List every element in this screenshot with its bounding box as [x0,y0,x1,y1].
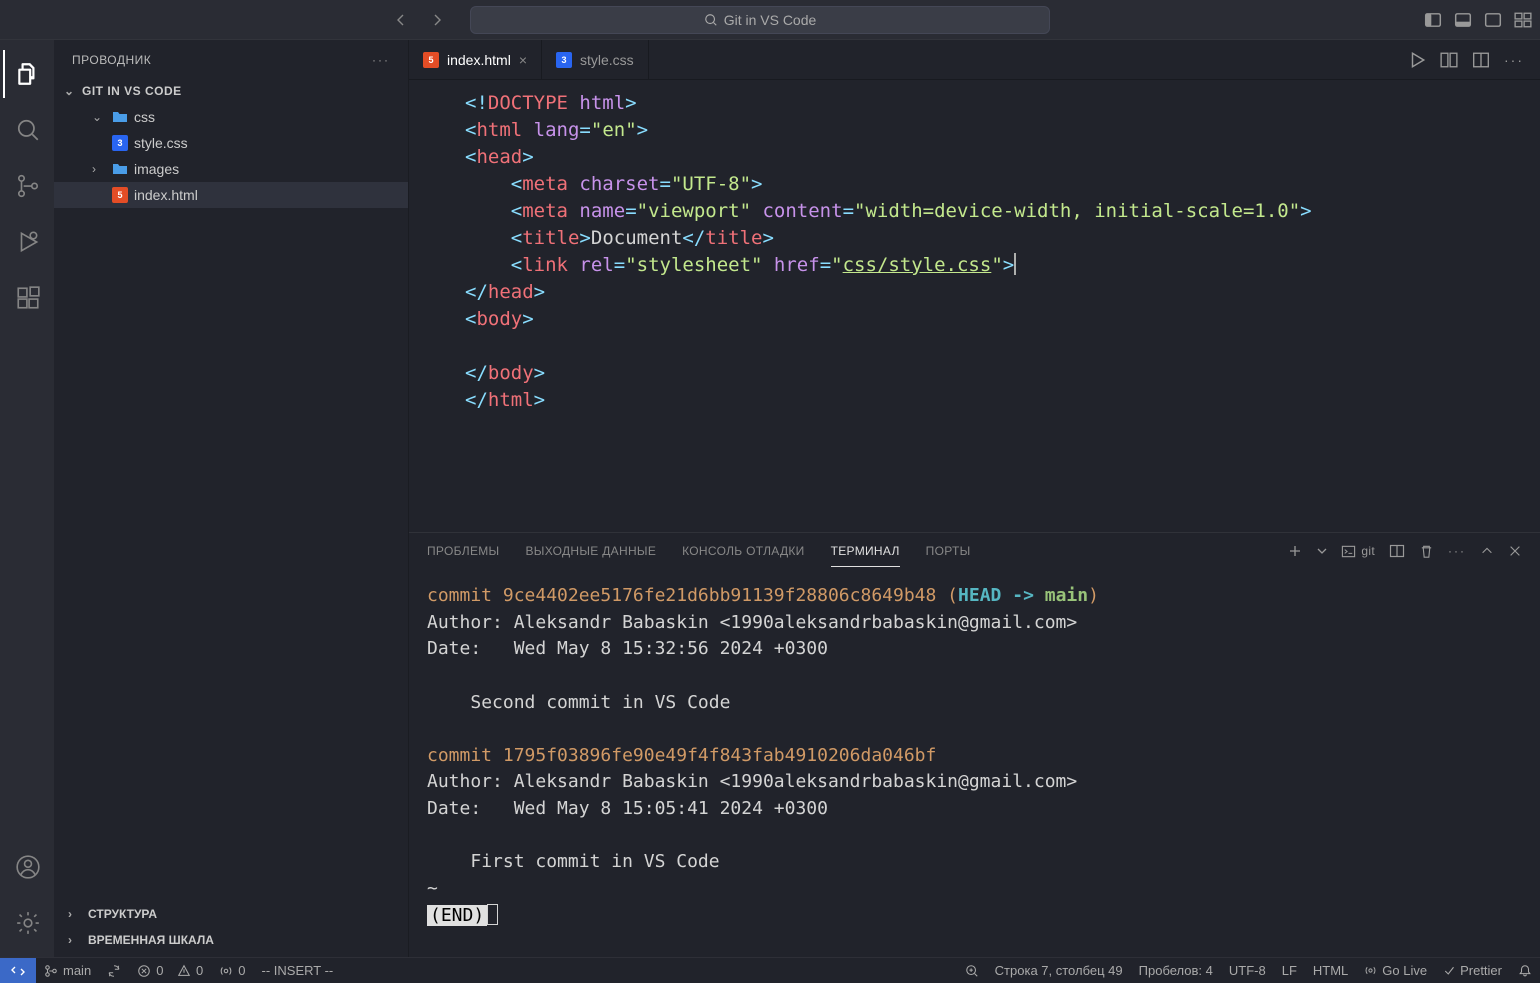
folder-images[interactable]: › images [54,156,408,182]
split-editor-icon[interactable] [1472,51,1490,69]
file-index-html[interactable]: 5 index.html [54,182,408,208]
maximize-panel-icon[interactable] [1480,544,1494,558]
command-center[interactable]: Git in VS Code [470,6,1050,34]
branch-name: main [63,963,91,978]
status-notifications[interactable] [1510,964,1540,978]
activity-explorer[interactable] [3,50,51,98]
remote-button[interactable] [0,958,36,983]
editor-tabs: 5 index.html × 3 style.css ··· [409,40,1540,80]
activity-bar [0,40,54,957]
status-eol[interactable]: LF [1274,963,1305,978]
panel-tab-terminal[interactable]: ТЕРМИНАЛ [831,536,900,567]
layout-customize-icon[interactable] [1514,11,1532,29]
prettier-label: Prettier [1460,963,1502,978]
nav-back-button[interactable] [388,7,414,33]
errors-count: 0 [156,963,163,978]
run-icon[interactable] [1408,51,1426,69]
status-encoding[interactable]: UTF-8 [1221,963,1274,978]
panel-tab-ports[interactable]: ПОРТЫ [926,536,971,566]
status-sync[interactable] [99,964,129,978]
layout-sidebar-left-icon[interactable] [1424,11,1442,29]
command-center-text: Git in VS Code [724,12,817,28]
sidebar-title: ПРОВОДНИК [72,53,151,67]
close-icon[interactable]: × [519,52,527,68]
terminal-profile[interactable]: git [1341,544,1375,559]
project-name: GIT IN VS CODE [82,84,182,98]
status-prettier[interactable]: Prettier [1435,963,1510,978]
close-panel-icon[interactable] [1508,544,1522,558]
project-header[interactable]: ⌄ GIT IN VS CODE [54,80,408,102]
activity-run-debug[interactable] [3,218,51,266]
status-branch[interactable]: main [36,963,99,978]
activity-search[interactable] [3,106,51,154]
warnings-count: 0 [196,963,203,978]
activity-extensions[interactable] [3,274,51,322]
css-file-icon: 3 [112,135,128,151]
folder-label: images [134,161,179,177]
explorer-sidebar: ПРОВОДНИК ··· ⌄ GIT IN VS CODE ⌄ css 3 s… [54,40,409,957]
css-file-icon: 3 [556,52,572,68]
status-vim-mode: -- INSERT -- [254,963,342,978]
status-zoom[interactable] [957,964,987,978]
status-line-col[interactable]: Строка 7, столбец 49 [987,963,1131,978]
html-file-icon: 5 [423,52,439,68]
more-icon[interactable]: ··· [1448,544,1466,558]
activity-accounts[interactable] [3,843,51,891]
folder-icon [112,161,128,177]
split-terminal-icon[interactable] [1389,543,1405,559]
activity-settings[interactable] [3,899,51,947]
nav-forward-button[interactable] [424,7,450,33]
search-icon [704,13,718,27]
new-terminal-icon[interactable] [1287,543,1303,559]
folder-label: css [134,109,155,125]
tab-index-html[interactable]: 5 index.html × [409,40,542,79]
outline-section[interactable]: ›СТРУКТУРА [54,901,408,927]
tab-label: index.html [447,52,511,68]
html-file-icon: 5 [112,187,128,203]
go-live-label: Go Live [1382,963,1427,978]
status-bar: main 0 0 0 -- INSERT -- Строка 7, столбе… [0,957,1540,983]
code-editor[interactable]: <!DOCTYPE html> <html lang="en"> <head> … [409,80,1540,532]
outline-label: СТРУКТУРА [88,907,157,921]
timeline-section[interactable]: ›ВРЕМЕННАЯ ШКАЛА [54,927,408,953]
chevron-down-icon[interactable] [1317,546,1327,556]
editor-area: 5 index.html × 3 style.css ··· <!DOCTYPE… [409,40,1540,957]
file-style-css[interactable]: 3 style.css [54,130,408,156]
terminal-output[interactable]: commit 9ce4402ee5176fe21d6bb91139f28806c… [409,569,1540,957]
status-go-live[interactable]: Go Live [1356,963,1435,978]
tab-label: style.css [580,52,634,68]
port-count: 0 [238,963,245,978]
layout-panel-icon[interactable] [1454,11,1472,29]
file-label: style.css [134,135,188,151]
panel-tab-debug-console[interactable]: КОНСОЛЬ ОТЛАДКИ [682,536,804,566]
panel-tab-output[interactable]: ВЫХОДНЫЕ ДАННЫЕ [525,536,656,566]
file-label: index.html [134,187,198,203]
layout-sidebar-right-icon[interactable] [1484,11,1502,29]
folder-icon [112,109,128,125]
sidebar-more-icon[interactable]: ··· [372,53,390,67]
tab-style-css[interactable]: 3 style.css [542,40,649,79]
status-spaces[interactable]: Пробелов: 4 [1131,963,1221,978]
status-language[interactable]: HTML [1305,963,1356,978]
status-errors[interactable]: 0 0 [129,963,211,978]
compare-icon[interactable] [1440,51,1458,69]
panel-tab-problems[interactable]: ПРОБЛЕМЫ [427,536,499,566]
folder-css[interactable]: ⌄ css [54,104,408,130]
terminal-profile-label: git [1361,544,1375,558]
trash-icon[interactable] [1419,544,1434,559]
status-ports[interactable]: 0 [211,963,253,978]
timeline-label: ВРЕМЕННАЯ ШКАЛА [88,933,214,947]
activity-source-control[interactable] [3,162,51,210]
bottom-panel: ПРОБЛЕМЫ ВЫХОДНЫЕ ДАННЫЕ КОНСОЛЬ ОТЛАДКИ… [409,532,1540,957]
more-actions-icon[interactable]: ··· [1504,52,1524,68]
titlebar: Git in VS Code [0,0,1540,40]
